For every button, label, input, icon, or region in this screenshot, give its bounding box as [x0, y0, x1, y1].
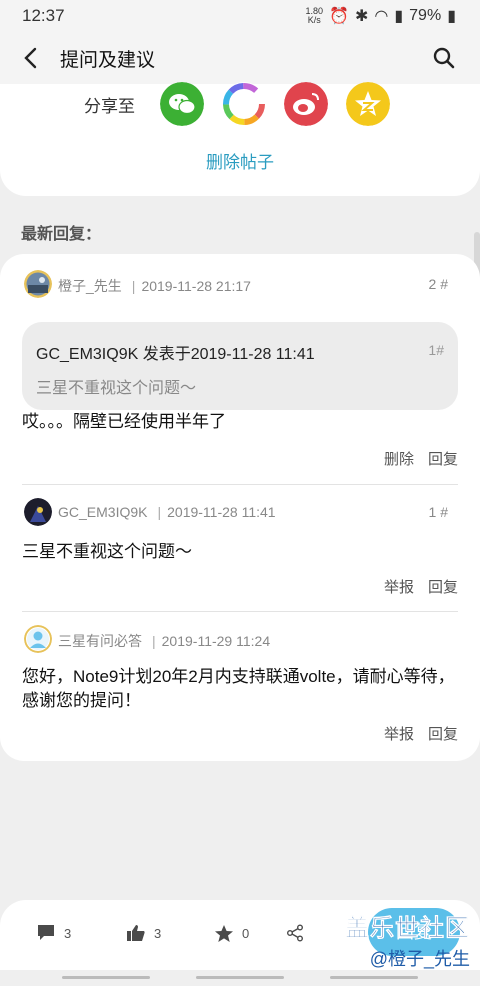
- avatar[interactable]: [24, 625, 52, 653]
- reply-actions: 举报 回复: [370, 576, 458, 597]
- back-arrow-icon[interactable]: [18, 44, 46, 72]
- replies-card: 橙子_先生 | 2019-11-28 21:17 2 # GC_EM3IQ9K 发表…: [0, 254, 480, 761]
- comment-count-button[interactable]: 3: [36, 924, 71, 942]
- favorite-count: 0: [242, 926, 250, 941]
- share-button[interactable]: [286, 924, 304, 942]
- battery-icon: ▮: [447, 8, 456, 25]
- reply-text: 您好，Note9计划20年2月内支持联通volte，请耐心等待，感谢您的提问！: [22, 667, 455, 710]
- latest-replies-heading: 最新回复：: [21, 226, 102, 243]
- reply-username[interactable]: 三星有问必答: [58, 633, 142, 649]
- watermark-brand: 盖乐世社区: [345, 915, 470, 943]
- reply-meta: 橙子_先生 | 2019-11-28 21:17: [58, 278, 251, 294]
- moments-share-icon[interactable]: [222, 82, 266, 126]
- divider: [22, 611, 458, 612]
- nav-recent-handle[interactable]: [62, 976, 150, 979]
- qzone-share-icon[interactable]: [346, 82, 390, 126]
- delete-reply-button[interactable]: 删除: [384, 451, 414, 468]
- reply-button[interactable]: 回复: [428, 579, 458, 596]
- nav-home-handle[interactable]: [196, 976, 284, 979]
- comment-count: 3: [64, 925, 72, 941]
- page-title: 提问及建议: [60, 50, 156, 71]
- divider: [22, 484, 458, 485]
- reply-meta: 三星有问必答 | 2019-11-29 11:24: [58, 633, 271, 649]
- status-icons: 1.80 K/s ⏰ ✱ ◠ ▮ 79% ▮: [306, 6, 456, 26]
- star-icon: [215, 925, 233, 942]
- nav-back-handle[interactable]: [330, 976, 418, 979]
- share-icon: [287, 924, 303, 942]
- watermark: 盖乐世社区 @橙子_先生: [345, 908, 470, 971]
- signal-icon: ▮: [394, 8, 404, 25]
- network-speed: 1.80 K/s: [305, 6, 324, 25]
- favorite-button[interactable]: 0: [214, 924, 249, 943]
- report-button[interactable]: 举报: [384, 726, 414, 743]
- avatar[interactable]: [24, 498, 52, 526]
- battery-level: 79%: [409, 7, 442, 24]
- app-bar: 提问及建议: [0, 32, 480, 84]
- reply-meta: GC_EM3IQ9K | 2019-11-28 11:41: [58, 504, 276, 520]
- reply-actions: 举报 回复: [370, 723, 458, 744]
- wifi-icon: ◠: [374, 8, 389, 25]
- reply-time: 2019-11-29 11:24: [161, 633, 271, 649]
- reply-username[interactable]: GC_EM3IQ9K: [58, 504, 147, 520]
- floor-number: 1 #: [428, 504, 448, 520]
- bluetooth-icon: ✱: [354, 8, 369, 25]
- reply-button[interactable]: 回复: [428, 726, 458, 743]
- wechat-share-icon[interactable]: [160, 82, 204, 126]
- alarm-icon: ⏰: [329, 8, 349, 25]
- like-count: 3: [154, 925, 162, 941]
- thumbs-up-icon: [127, 925, 145, 941]
- watermark-user: @橙子_先生: [369, 949, 470, 969]
- reply-text: 三星不重视这个问题～: [22, 542, 192, 561]
- quote-floor-number: 1#: [428, 342, 444, 358]
- share-card: 分享至 删除帖子: [0, 82, 480, 196]
- comment-icon: [38, 925, 54, 940]
- reply-text: 哎。。。隔壁已经使用半年了: [22, 412, 226, 431]
- weibo-share-icon[interactable]: [284, 82, 328, 126]
- reply-time: 2019-11-28 11:41: [167, 504, 276, 520]
- status-bar: 12:37 1.80 K/s ⏰ ✱ ◠ ▮ 79% ▮: [0, 0, 480, 32]
- share-label: 分享至: [84, 97, 135, 116]
- reply-time: 2019-11-28 21:17: [141, 278, 251, 294]
- quoted-reply: GC_EM3IQ9K 发表于2019-11-28 11:41 1# 三星不重视这…: [22, 322, 458, 410]
- search-icon[interactable]: [430, 44, 458, 72]
- report-button[interactable]: 举报: [384, 579, 414, 596]
- reply-actions: 删除 回复: [370, 448, 458, 469]
- quote-text: 三星不重视这个问题～: [36, 380, 197, 397]
- like-button[interactable]: 3: [126, 924, 161, 942]
- delete-post-button[interactable]: 删除帖子: [0, 148, 480, 173]
- floor-number: 2 #: [428, 276, 448, 292]
- reply-button[interactable]: 回复: [428, 451, 458, 468]
- quote-author-time: GC_EM3IQ9K 发表于2019-11-28 11:41: [36, 346, 315, 363]
- reply-username[interactable]: 橙子_先生: [58, 278, 122, 294]
- status-time: 12:37: [22, 6, 65, 25]
- system-nav-bar: [0, 970, 480, 986]
- avatar[interactable]: [24, 270, 52, 298]
